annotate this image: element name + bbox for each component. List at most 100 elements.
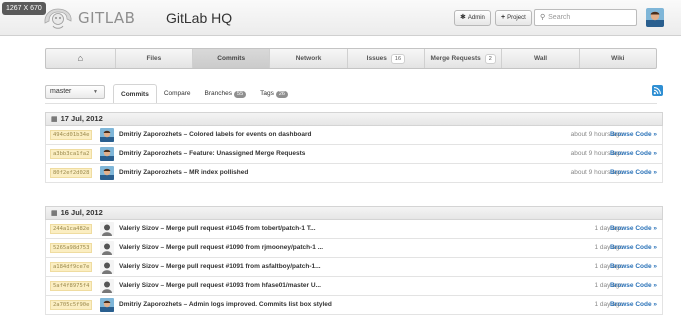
nav-wiki-label: Wiki bbox=[611, 55, 625, 62]
author-avatar[interactable] bbox=[100, 260, 114, 274]
browse-code-link[interactable]: Browse Code » bbox=[610, 145, 657, 163]
calendar-icon: ▦ bbox=[51, 210, 58, 217]
commit-row: 494cd01b34e Dmitriy Zaporozhets – Colore… bbox=[45, 126, 663, 145]
commit-sha[interactable]: a184df9ce7e bbox=[50, 262, 93, 272]
merge-requests-count-badge: 2 bbox=[484, 54, 496, 64]
commit-sha[interactable]: a3bb3ca1fa2 bbox=[50, 149, 93, 159]
commit-title: MR index pollished bbox=[189, 169, 249, 176]
commit-author: Dmitriy Zaporozhets bbox=[119, 169, 182, 176]
main-nav: ⌂ Files Commits Network Issues 16 Merge R… bbox=[45, 48, 657, 69]
commit-title: Merge pull request #1090 from rjmooney/p… bbox=[165, 244, 324, 251]
commit-sha[interactable]: 5af4f8975f4 bbox=[50, 281, 93, 291]
nav-wiki[interactable]: Wiki bbox=[580, 49, 656, 68]
nav-wall[interactable]: Wall bbox=[502, 49, 580, 68]
commit-separator: – bbox=[181, 131, 190, 138]
nav-files-label: Files bbox=[146, 55, 162, 62]
admin-button[interactable]: ✱ Admin bbox=[454, 10, 491, 26]
commit-message[interactable]: Dmitriy Zaporozhets – Colored labels for… bbox=[119, 126, 312, 144]
commit-group-date: 16 Jul, 2012 bbox=[60, 208, 103, 217]
commit-title: Admin logs improved. Commits list box st… bbox=[188, 301, 332, 308]
nav-home[interactable]: ⌂ bbox=[46, 49, 116, 68]
commit-message[interactable]: Dmitriy Zaporozhets – MR index pollished bbox=[119, 164, 248, 182]
commit-title: Colored labels for events on dashboard bbox=[189, 131, 312, 138]
nav-merge-requests-label: Merge Requests bbox=[430, 55, 481, 62]
browse-code-link[interactable]: Browse Code » bbox=[610, 296, 657, 314]
branch-select[interactable]: master ▼ bbox=[45, 85, 105, 99]
logo-text[interactable]: GITLAB bbox=[78, 9, 135, 27]
commit-separator: – bbox=[181, 301, 189, 308]
commit-author: Valeriy Sizov bbox=[119, 263, 159, 270]
commit-separator: – bbox=[181, 150, 190, 157]
author-avatar[interactable] bbox=[100, 222, 114, 236]
commit-sha[interactable]: 80f2ef2d028 bbox=[50, 168, 93, 178]
commit-separator: – bbox=[181, 169, 190, 176]
browse-code-link[interactable]: Browse Code » bbox=[610, 277, 657, 295]
commit-message[interactable]: Valeriy Sizov – Merge pull request #1091… bbox=[119, 258, 321, 276]
commit-group-header: ▦ 16 Jul, 2012 bbox=[45, 206, 663, 220]
commit-title: Merge pull request #1045 from tobert/pat… bbox=[165, 225, 316, 232]
search-placeholder: Search bbox=[548, 14, 571, 21]
subtab-commits[interactable]: Commits bbox=[113, 84, 157, 104]
subtab-compare[interactable]: Compare bbox=[157, 84, 198, 104]
commit-separator: – bbox=[158, 244, 166, 251]
user-avatar[interactable] bbox=[646, 8, 664, 27]
branches-count-badge: 55 bbox=[234, 91, 247, 98]
author-avatar[interactable] bbox=[100, 128, 114, 142]
plus-icon: + bbox=[501, 14, 506, 21]
author-avatar[interactable] bbox=[100, 241, 114, 255]
new-project-button[interactable]: + Project bbox=[495, 10, 532, 26]
author-avatar[interactable] bbox=[100, 166, 114, 180]
search-input[interactable]: ⚲ Search bbox=[534, 9, 637, 26]
commit-sha[interactable]: 494cd01b34e bbox=[50, 130, 93, 140]
commit-author: Valeriy Sizov bbox=[119, 282, 159, 289]
author-avatar[interactable] bbox=[100, 279, 114, 293]
subtab-branches-label: Branches bbox=[204, 90, 233, 97]
nav-issues-label: Issues bbox=[366, 55, 387, 62]
commit-row: 244a1ca482e Valeriy Sizov – Merge pull r… bbox=[45, 220, 663, 239]
subtab-compare-label: Compare bbox=[163, 90, 191, 97]
nav-issues[interactable]: Issues 16 bbox=[348, 49, 426, 68]
commit-row: 80f2ef2d028 Dmitriy Zaporozhets – MR ind… bbox=[45, 164, 663, 183]
nav-commits[interactable]: Commits bbox=[193, 49, 271, 68]
commit-group-date: 17 Jul, 2012 bbox=[60, 114, 103, 123]
subtab-tags[interactable]: Tags 26 bbox=[253, 84, 295, 104]
home-icon: ⌂ bbox=[77, 53, 84, 63]
commit-title: Merge pull request #1093 from hfase01/ma… bbox=[165, 282, 321, 289]
subtab-branches[interactable]: Branches 55 bbox=[198, 84, 254, 104]
browse-code-link[interactable]: Browse Code » bbox=[610, 126, 657, 144]
browse-code-link[interactable]: Browse Code » bbox=[610, 239, 657, 257]
author-avatar[interactable] bbox=[100, 298, 114, 312]
commit-message[interactable]: Dmitriy Zaporozhets – Feature: Unassigne… bbox=[119, 145, 305, 163]
browse-code-link[interactable]: Browse Code » bbox=[610, 164, 657, 182]
commit-message[interactable]: Dmitriy Zaporozhets – Admin logs improve… bbox=[119, 296, 332, 314]
nav-merge-requests[interactable]: Merge Requests 2 bbox=[425, 49, 503, 68]
commit-row: a3bb3ca1fa2 Dmitriy Zaporozhets – Featur… bbox=[45, 145, 663, 164]
commit-group-header: ▦ 17 Jul, 2012 bbox=[45, 112, 663, 126]
browse-code-link[interactable]: Browse Code » bbox=[610, 220, 657, 238]
commit-sha[interactable]: 2a705c5f90e bbox=[50, 300, 93, 310]
commit-author: Dmitriy Zaporozhets bbox=[119, 131, 182, 138]
commit-separator: – bbox=[158, 225, 166, 232]
tags-count-badge: 26 bbox=[275, 91, 288, 98]
calendar-icon: ▦ bbox=[51, 116, 58, 123]
chevron-down-icon: ▼ bbox=[93, 89, 98, 95]
commit-author: Valeriy Sizov bbox=[119, 244, 159, 251]
issues-count-badge: 16 bbox=[390, 54, 406, 64]
nav-network-label: Network bbox=[295, 55, 322, 62]
top-header: 1267 X 670 GITLAB GitLab HQ ✱ Admin + Proj… bbox=[0, 0, 681, 36]
search-icon: ⚲ bbox=[540, 14, 546, 21]
gitlab-logo-icon[interactable] bbox=[41, 5, 75, 31]
author-avatar[interactable] bbox=[100, 147, 114, 161]
rss-icon[interactable] bbox=[652, 85, 663, 96]
commit-message[interactable]: Valeriy Sizov – Merge pull request #1093… bbox=[119, 277, 321, 295]
commit-sha[interactable]: 244a1ca482e bbox=[50, 224, 93, 234]
nav-commits-label: Commits bbox=[217, 55, 246, 62]
browse-code-link[interactable]: Browse Code » bbox=[610, 258, 657, 276]
nav-network[interactable]: Network bbox=[270, 49, 348, 68]
commit-message[interactable]: Valeriy Sizov – Merge pull request #1045… bbox=[119, 220, 316, 238]
nav-files[interactable]: Files bbox=[116, 49, 194, 68]
commit-author: Dmitriy Zaporozhets bbox=[119, 150, 182, 157]
commit-message[interactable]: Valeriy Sizov – Merge pull request #1090… bbox=[119, 239, 323, 257]
subtab-commits-label: Commits bbox=[121, 91, 149, 98]
commit-sha[interactable]: 5265a98d753 bbox=[50, 243, 93, 253]
